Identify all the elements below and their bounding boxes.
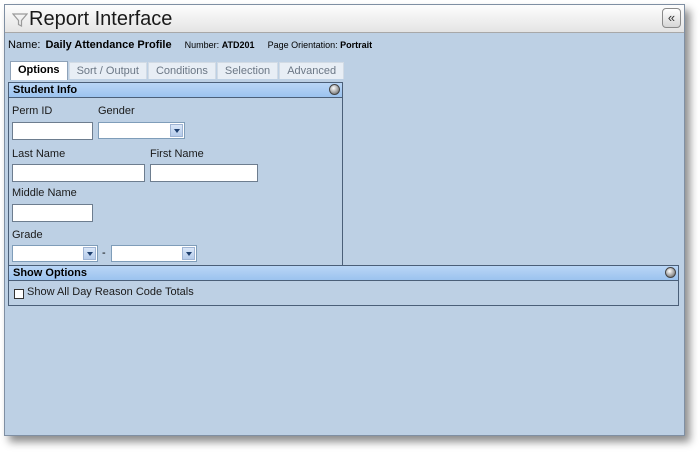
grade-from-select[interactable]	[12, 245, 98, 262]
report-info-bar: Name: Daily Attendance Profile Number: A…	[8, 39, 372, 55]
middle-name-input[interactable]	[12, 204, 93, 222]
grade-label: Grade	[12, 229, 43, 241]
perm-id-input[interactable]	[12, 122, 93, 140]
tab-options[interactable]: Options	[10, 61, 68, 80]
show-options-header: Show Options	[9, 266, 678, 281]
report-name-label: Name:	[8, 39, 41, 51]
collapse-circle-icon[interactable]	[329, 84, 340, 95]
middle-name-label: Middle Name	[12, 187, 77, 199]
collapse-circle-icon[interactable]	[665, 267, 676, 278]
student-info-title: Student Info	[13, 84, 78, 96]
tab-selection[interactable]: Selection	[216, 62, 279, 79]
student-info-panel: Student Info Perm ID Gender Last Name Fi…	[8, 82, 343, 267]
student-info-header: Student Info	[9, 83, 342, 98]
grade-range-separator: -	[102, 247, 106, 259]
show-all-day-reason-label[interactable]: Show All Day Reason Code Totals	[27, 286, 194, 298]
window-title: Report Interface	[29, 8, 173, 30]
chevron-down-icon	[170, 124, 183, 137]
show-options-title: Show Options	[13, 267, 87, 279]
report-number: Number: ATD201	[184, 40, 255, 50]
report-name: Daily Attendance Profile	[45, 39, 172, 51]
first-name-label: First Name	[150, 148, 204, 160]
chevron-down-icon	[182, 247, 195, 260]
tab-conditions[interactable]: Conditions	[147, 62, 216, 79]
last-name-label: Last Name	[12, 148, 66, 160]
report-interface-window: Report Interface « Name: Daily Attendanc…	[4, 4, 685, 436]
report-tabs: Options Sort / Output Conditions Selecti…	[10, 61, 345, 80]
tab-sort-output[interactable]: Sort / Output	[68, 62, 147, 79]
title-bar: Report Interface «	[5, 5, 684, 33]
gender-label: Gender	[98, 105, 135, 117]
funnel-icon	[12, 13, 28, 27]
last-name-input[interactable]	[12, 164, 145, 182]
tab-advanced[interactable]: Advanced	[279, 62, 345, 79]
chevron-down-icon	[83, 247, 96, 260]
grade-to-select[interactable]	[111, 245, 197, 262]
show-options-panel: Show Options Show All Day Reason Code To…	[8, 265, 679, 306]
show-all-day-reason-checkbox[interactable]	[14, 289, 24, 299]
first-name-input[interactable]	[150, 164, 258, 182]
report-orientation: Page Orientation: Portrait	[267, 40, 373, 50]
gender-select[interactable]	[98, 122, 185, 139]
collapse-panel-button[interactable]: «	[662, 8, 681, 28]
perm-id-label: Perm ID	[12, 105, 53, 117]
